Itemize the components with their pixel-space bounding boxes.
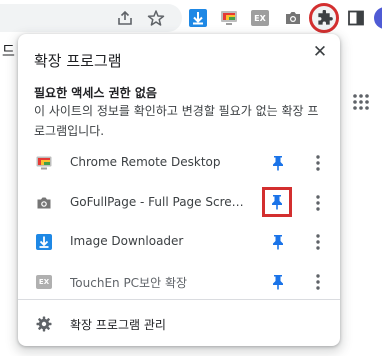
more-options-icon[interactable] xyxy=(308,270,328,294)
share-icon[interactable] xyxy=(115,8,135,28)
camera-icon xyxy=(36,195,52,211)
browser-window: EX 드 확장 프로그램 ✕ 필요한 액세스 권한 없음 이 사이트의 정보를 … xyxy=(0,0,382,356)
apps-grid-icon[interactable] xyxy=(352,93,370,115)
gear-icon xyxy=(36,316,52,332)
extension-row[interactable]: GoFullPage - Full Page Screen Capture xyxy=(18,183,340,223)
browser-toolbar: EX xyxy=(0,0,382,36)
gofullpage-camera-icon[interactable] xyxy=(283,8,303,28)
pin-icon xyxy=(273,235,283,250)
chrome-remote-desktop-icon xyxy=(36,155,52,171)
pin-button[interactable] xyxy=(266,270,290,294)
ex-badge-text: EX xyxy=(38,278,50,286)
more-options-icon[interactable] xyxy=(308,151,328,175)
extension-row[interactable]: Image Downloader xyxy=(18,222,340,262)
touchen-ex-icon[interactable]: EX xyxy=(250,8,270,28)
pin-icon xyxy=(273,156,283,171)
extensions-menu-popup: 확장 프로그램 ✕ 필요한 액세스 권한 없음 이 사이트의 정보를 확인하고 … xyxy=(18,34,340,346)
extension-name: Image Downloader xyxy=(70,234,184,248)
download-arrow-icon xyxy=(36,234,52,250)
section-heading: 필요한 액세스 권한 없음 xyxy=(34,86,157,100)
image-downloader-icon[interactable] xyxy=(188,8,208,28)
star-icon[interactable] xyxy=(146,8,166,28)
side-panel-icon[interactable] xyxy=(346,8,366,28)
extension-row[interactable]: EX TouchEn PC보안 확장 xyxy=(18,262,340,302)
extension-row[interactable]: Chrome Remote Desktop xyxy=(18,143,340,183)
more-options-icon[interactable] xyxy=(308,191,328,215)
chrome-remote-desktop-icon[interactable] xyxy=(219,8,239,28)
touchen-ex-icon: EX xyxy=(36,274,52,290)
manage-extensions-button[interactable]: 확장 프로그램 관리 xyxy=(18,310,340,338)
popup-title: 확장 프로그램 xyxy=(34,52,122,70)
pin-button[interactable] xyxy=(266,151,290,175)
more-options-icon[interactable] xyxy=(308,230,328,254)
extensions-puzzle-icon[interactable] xyxy=(309,3,339,33)
profile-avatar[interactable] xyxy=(374,7,382,29)
extension-name: GoFullPage - Full Page Screen Capture xyxy=(70,195,248,209)
pin-button-highlighted[interactable] xyxy=(262,187,292,217)
pin-icon xyxy=(272,195,282,210)
manage-extensions-label: 확장 프로그램 관리 xyxy=(70,318,166,332)
section-description: 이 사이트의 정보를 확인하고 변경할 필요가 없는 확장 프로그램입니다. xyxy=(34,104,319,138)
extension-name: TouchEn PC보안 확장 xyxy=(70,276,188,290)
pin-icon xyxy=(273,275,283,290)
divider xyxy=(18,299,340,300)
close-button[interactable]: ✕ xyxy=(310,42,330,62)
page-text-fragment: 드 xyxy=(2,44,15,60)
pin-button[interactable] xyxy=(266,230,290,254)
ex-badge-text: EX xyxy=(254,13,266,23)
extension-name: Chrome Remote Desktop xyxy=(70,155,221,169)
